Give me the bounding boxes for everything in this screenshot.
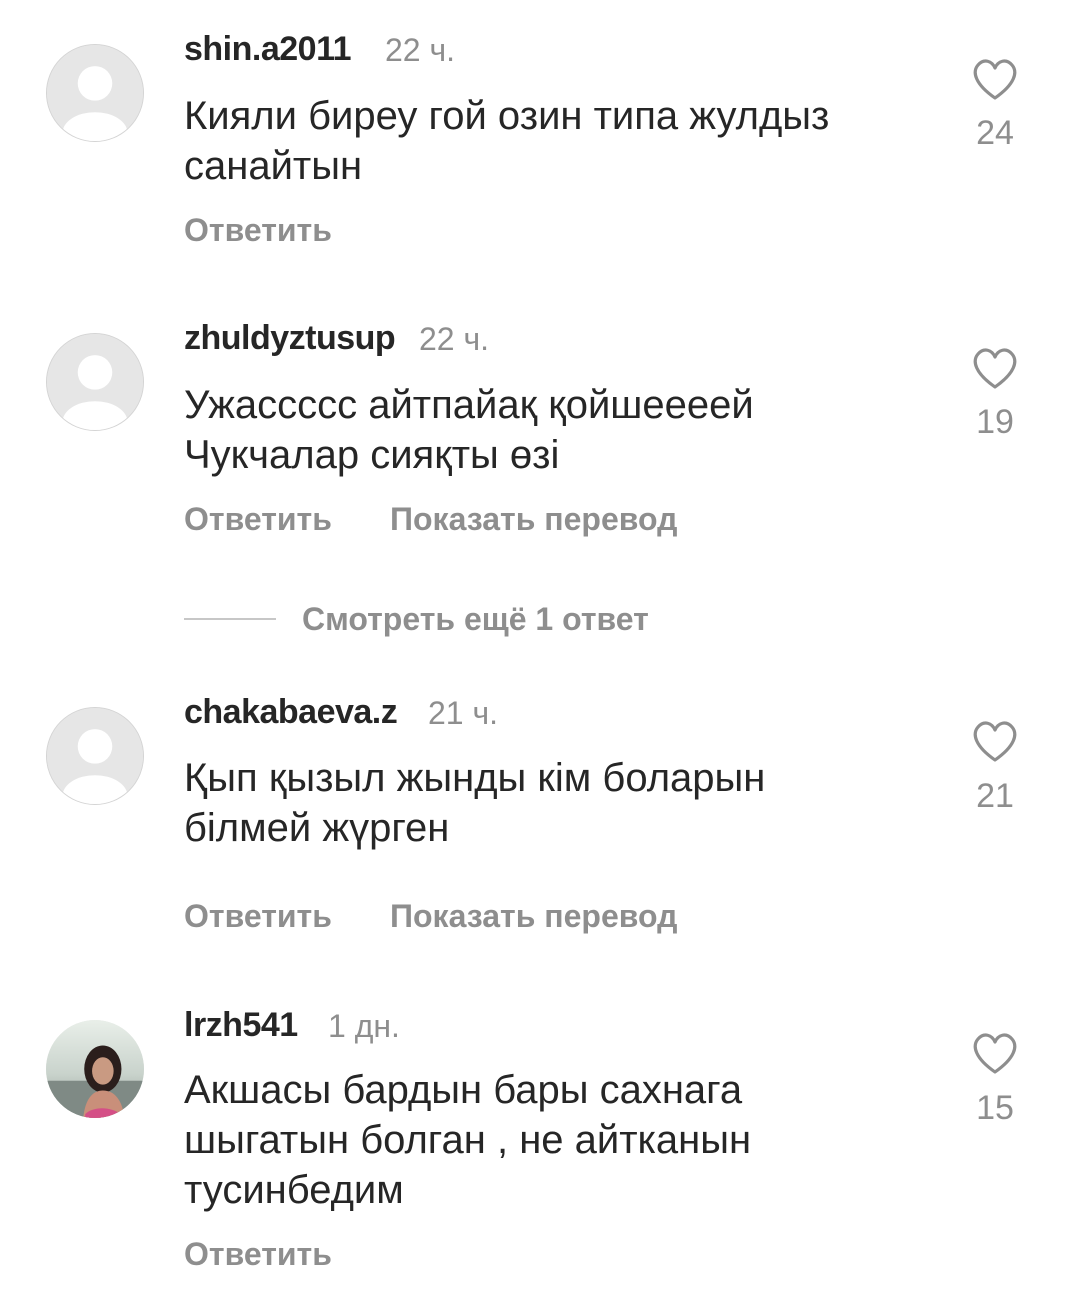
comment-timestamp: 22 ч. bbox=[385, 32, 456, 68]
comment-text-line: білмей жүрген bbox=[184, 806, 450, 850]
comment-text-line: тусинбедим bbox=[184, 1168, 404, 1212]
comment-text-line: Чукчалар сияқты өзі bbox=[184, 433, 560, 477]
comment-timestamp: 21 ч. bbox=[428, 695, 499, 731]
comment-text: Қып қызыл жынды кім боларын білмей жүрге… bbox=[184, 753, 944, 853]
reply-button[interactable]: Ответить bbox=[184, 1236, 332, 1273]
default-avatar-icon[interactable] bbox=[46, 707, 144, 805]
like-count: 24 bbox=[976, 114, 1014, 152]
heart-icon[interactable] bbox=[970, 345, 1020, 391]
comment-text: Ужассссс айтпайақ қойшеееей Чукчалар сия… bbox=[184, 380, 944, 480]
like-count: 21 bbox=[976, 777, 1014, 815]
reply-button[interactable]: Ответить bbox=[184, 501, 332, 538]
reply-button[interactable]: Ответить bbox=[184, 212, 332, 249]
comment-text: Акшасы бардын бары сахнага шыгатын болга… bbox=[184, 1065, 944, 1215]
replies-divider bbox=[184, 618, 276, 620]
comment-timestamp: 22 ч. bbox=[419, 321, 490, 357]
heart-icon[interactable] bbox=[970, 56, 1020, 102]
comment-username[interactable]: chakabaeva.z bbox=[184, 693, 398, 732]
reply-button[interactable]: Ответить bbox=[184, 898, 332, 935]
like-count: 19 bbox=[976, 403, 1014, 441]
comment-username[interactable]: shin.a2011 bbox=[184, 30, 352, 69]
show-translation-button[interactable]: Показать перевод bbox=[390, 898, 677, 935]
default-avatar-icon[interactable] bbox=[46, 333, 144, 431]
heart-icon[interactable] bbox=[970, 1030, 1020, 1076]
comment-text-line: Ужассссс айтпайақ қойшеееей bbox=[184, 383, 754, 427]
heart-icon[interactable] bbox=[970, 718, 1020, 764]
default-avatar-icon[interactable] bbox=[46, 44, 144, 142]
comment-text: Кияли биреу гой озин типа жулдыз санайты… bbox=[184, 91, 944, 191]
comment-text-line: шыгатын болган , не айтканын bbox=[184, 1118, 752, 1162]
comment-username[interactable]: lrzh541 bbox=[184, 1006, 298, 1045]
comment-text-line: санайтын bbox=[184, 144, 363, 188]
user-photo-avatar[interactable] bbox=[46, 1020, 144, 1118]
comment-timestamp: 1 дн. bbox=[328, 1008, 400, 1044]
view-more-replies-button[interactable]: Смотреть ещё 1 ответ bbox=[302, 601, 649, 638]
like-count: 15 bbox=[976, 1089, 1014, 1127]
show-translation-button[interactable]: Показать перевод bbox=[390, 501, 677, 538]
comment-username[interactable]: zhuldyztusup bbox=[184, 319, 396, 358]
comment-text-line: Акшасы бардын бары сахнага bbox=[184, 1068, 743, 1112]
comment-text-line: Қып қызыл жынды кім боларын bbox=[184, 756, 766, 800]
comments-screen: { "comments": [ { "username": "shin.a201… bbox=[0, 0, 1080, 1313]
comment-text-line: Кияли биреу гой озин типа жулдыз bbox=[184, 94, 830, 138]
